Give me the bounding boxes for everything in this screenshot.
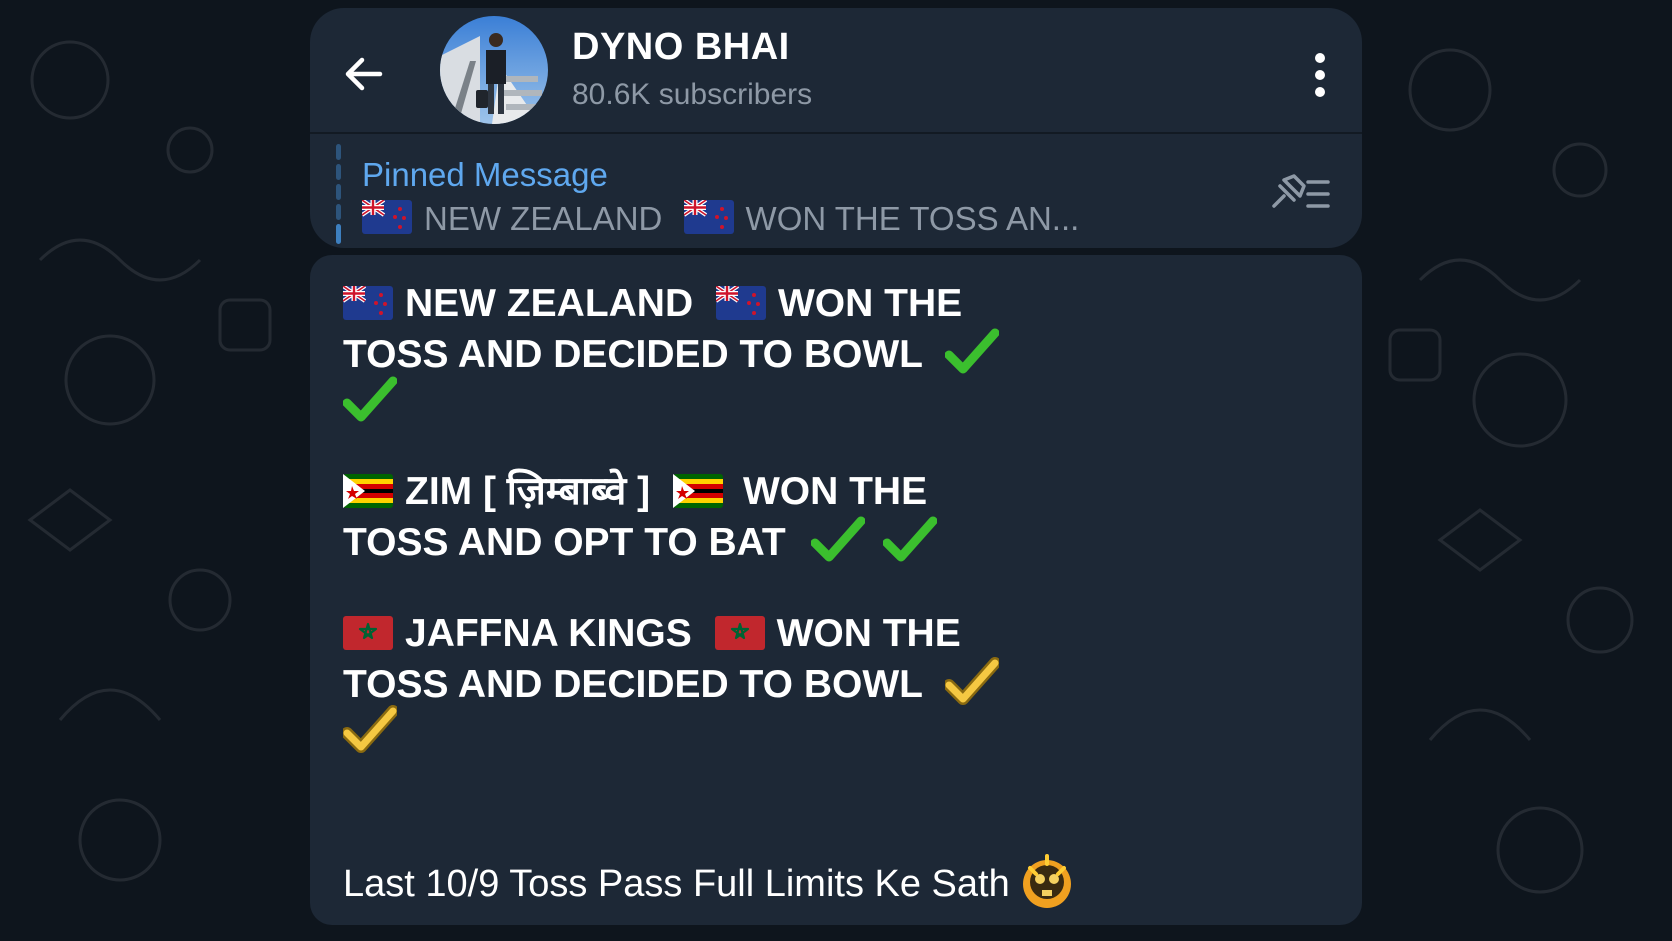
telegram-channel-view: DYNO BHAI 80.6K subscribers Pinned Messa… bbox=[310, 8, 1362, 925]
team-name: JAFFNA KINGS bbox=[405, 612, 692, 655]
skull-emoji-icon bbox=[1022, 854, 1071, 908]
subscriber-count: 80.6K subscribers bbox=[572, 78, 813, 111]
pinned-preview-part2: WON THE TOSS AN... bbox=[745, 200, 1080, 237]
new-zealand-flag-icon bbox=[715, 286, 766, 320]
pinned-indicator bbox=[336, 144, 342, 244]
team-name: ZIM [ ज़िम्बाब्वे ] bbox=[405, 470, 651, 513]
message-line: NEW ZEALAND WON THE bbox=[343, 279, 962, 329]
green-check-icon bbox=[883, 516, 938, 562]
won-text: WON THE bbox=[742, 470, 928, 513]
won-text: WON THE bbox=[776, 612, 961, 655]
result-text: TOSS AND DECIDED TO BOWL bbox=[343, 333, 923, 376]
message-line: ZIM [ ज़िम्बाब्वे ] WON THE bbox=[343, 467, 927, 517]
team-name: NEW ZEALAND bbox=[405, 282, 694, 325]
top-bar: DYNO BHAI 80.6K subscribers bbox=[310, 8, 1362, 132]
won-text: WON THE bbox=[777, 282, 963, 325]
message-line: TOSS AND DECIDED TO BOWL bbox=[343, 327, 1000, 380]
channel-name[interactable]: DYNO BHAI bbox=[572, 26, 790, 69]
green-check-icon bbox=[945, 328, 1000, 374]
menu-dot bbox=[1315, 70, 1325, 80]
result-text: TOSS AND OPT TO BAT bbox=[343, 521, 786, 564]
pinned-title: Pinned Message bbox=[362, 156, 608, 193]
new-zealand-flag-icon bbox=[362, 200, 412, 234]
menu-dot bbox=[1315, 87, 1325, 97]
footer-text: Last 10/9 Toss Pass Full Limits Ke Sath bbox=[343, 863, 1010, 905]
morocco-flag-icon bbox=[714, 616, 765, 650]
zimbabwe-flag-icon bbox=[343, 474, 393, 508]
pin-list-icon[interactable] bbox=[1268, 172, 1332, 212]
new-zealand-flag-icon bbox=[683, 200, 734, 234]
new-zealand-flag-icon bbox=[343, 286, 393, 320]
pinned-message-bar[interactable]: Pinned Message NEW ZEALAND WON THE TOSS … bbox=[310, 134, 1362, 248]
green-check-icon bbox=[343, 376, 397, 422]
gold-check-icon bbox=[945, 657, 1000, 705]
back-arrow-icon[interactable] bbox=[340, 50, 388, 98]
message-footer: Last 10/9 Toss Pass Full Limits Ke Sath bbox=[343, 852, 1076, 910]
avatar-photo bbox=[440, 16, 548, 124]
pinned-preview: NEW ZEALAND WON THE TOSS AN... bbox=[362, 200, 1079, 238]
channel-avatar[interactable] bbox=[440, 16, 548, 124]
more-vertical-icon[interactable] bbox=[1310, 50, 1330, 98]
message-line bbox=[343, 705, 397, 758]
gold-check-icon bbox=[343, 705, 397, 753]
message-line: JAFFNA KINGS WON THE bbox=[343, 609, 961, 659]
result-text: TOSS AND DECIDED TO BOWL bbox=[343, 663, 923, 706]
zimbabwe-flag-icon bbox=[672, 474, 723, 508]
message-bubble: NEW ZEALAND WON THE TOSS AND DECIDED TO … bbox=[310, 255, 1362, 925]
message-line: TOSS AND DECIDED TO BOWL bbox=[343, 657, 1000, 710]
green-check-icon bbox=[810, 516, 865, 562]
menu-dot bbox=[1315, 53, 1325, 63]
message-line: TOSS AND OPT TO BAT bbox=[343, 515, 938, 568]
morocco-flag-icon bbox=[343, 616, 393, 650]
message-line bbox=[343, 375, 397, 428]
pinned-preview-part1: NEW ZEALAND bbox=[424, 200, 663, 237]
channel-header: DYNO BHAI 80.6K subscribers Pinned Messa… bbox=[310, 8, 1362, 248]
